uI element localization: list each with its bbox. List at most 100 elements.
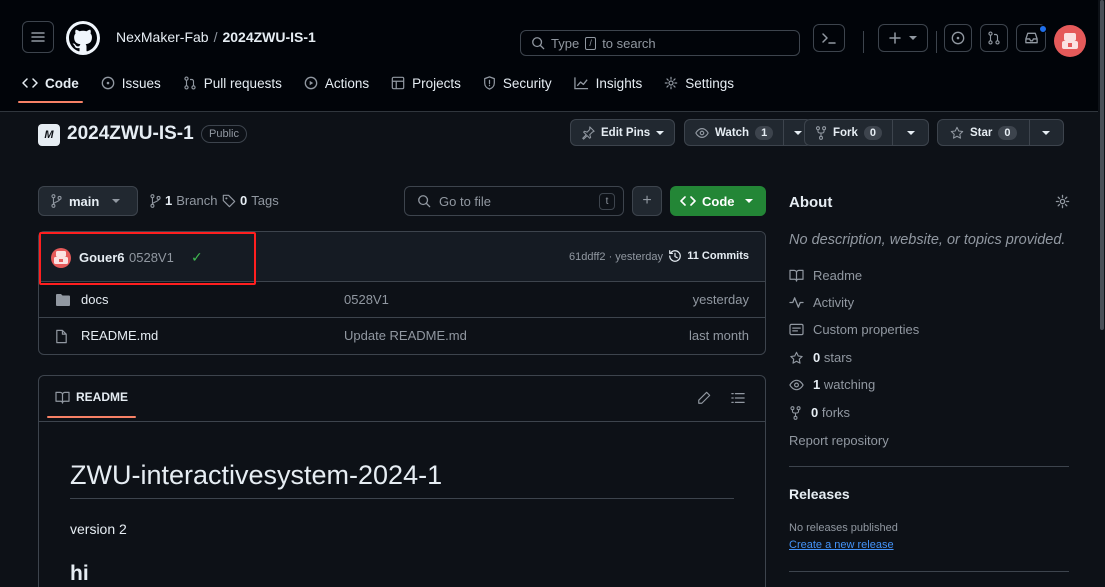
releases-empty-text: No releases published xyxy=(789,522,898,534)
header-top-row: NexMaker-Fab/2024ZWU-IS-1 Type / to search xyxy=(0,6,1105,58)
issues-nav-button[interactable] xyxy=(944,24,972,52)
tab-projects[interactable]: Projects xyxy=(391,72,461,94)
repo-owner-logo: M xyxy=(38,124,60,146)
table-row[interactable]: docs 0528V1 yesterday xyxy=(39,282,765,318)
file-commit-message[interactable]: 0528V1 xyxy=(344,292,389,307)
visibility-badge: Public xyxy=(201,125,247,143)
command-palette-button[interactable] xyxy=(813,24,845,52)
tab-projects-label: Projects xyxy=(412,75,461,91)
pulse-icon xyxy=(789,297,804,308)
repo-name[interactable]: 2024ZWU-IS-1 xyxy=(67,123,194,145)
tab-code-label: Code xyxy=(45,75,79,91)
add-file-button[interactable]: + xyxy=(632,186,662,216)
sidebar-watching-link[interactable]: 1 watching xyxy=(789,377,875,392)
commits-count: 11 Commits xyxy=(687,250,749,262)
branch-name: main xyxy=(69,193,100,209)
sidebar-activity-link[interactable]: Activity xyxy=(789,295,854,310)
global-header: NexMaker-Fab/2024ZWU-IS-1 Type / to search xyxy=(0,0,1105,112)
gear-icon[interactable] xyxy=(1055,194,1070,209)
file-name[interactable]: README.md xyxy=(81,328,158,343)
tab-insights-label: Insights xyxy=(595,75,643,91)
star-button[interactable]: Star 0 xyxy=(937,119,1064,146)
sidebar-custom-properties-link[interactable]: Custom properties xyxy=(789,322,919,337)
tab-security[interactable]: Security xyxy=(483,72,552,94)
sidebar-forks-link[interactable]: 0 forks xyxy=(789,405,850,420)
sidebar-readme-link[interactable]: Readme xyxy=(789,268,862,283)
breadcrumb-owner[interactable]: NexMaker-Fab xyxy=(116,29,209,45)
tab-code[interactable]: Code xyxy=(18,72,83,103)
branches-link[interactable]: 1 Branch xyxy=(150,193,217,208)
commits-link[interactable]: 11 Commits xyxy=(668,249,749,263)
code-dropdown-button[interactable]: Code xyxy=(670,186,766,216)
releases-title[interactable]: Releases xyxy=(789,486,850,502)
tab-insights[interactable]: Insights xyxy=(573,72,643,94)
tab-actions-label: Actions xyxy=(324,75,370,91)
create-new-button[interactable] xyxy=(878,24,928,52)
sidebar-divider-2 xyxy=(789,571,1069,572)
search-icon xyxy=(532,37,545,50)
star-count: 0 xyxy=(998,125,1017,140)
commit-author[interactable]: Gouer6 xyxy=(79,250,125,265)
go-to-file-placeholder: Go to file xyxy=(439,193,492,209)
global-search-input[interactable]: Type / to search xyxy=(520,30,800,56)
list-outline-icon[interactable] xyxy=(731,391,745,405)
tab-pull-requests-label: Pull requests xyxy=(203,75,282,91)
watch-count: 1 xyxy=(755,125,774,140)
issue-circle-icon xyxy=(951,31,965,45)
issue-icon xyxy=(101,76,115,90)
file-name[interactable]: docs xyxy=(81,292,108,307)
code-icon xyxy=(22,78,38,88)
fork-button[interactable]: Fork 0 xyxy=(804,119,930,146)
shield-icon xyxy=(483,76,495,90)
tab-pull-requests[interactable]: Pull requests xyxy=(183,72,282,94)
edit-pins-label: Edit Pins xyxy=(601,126,651,139)
hamburger-icon xyxy=(31,32,45,42)
create-release-link[interactable]: Create a new release xyxy=(789,539,894,551)
commit-message[interactable]: 0528V1 xyxy=(129,250,174,265)
branch-selector[interactable]: main xyxy=(38,186,138,216)
search-pre: Type xyxy=(551,35,580,51)
sidebar-readme-label: Readme xyxy=(813,268,863,283)
tags-label: Tags xyxy=(251,193,279,208)
tab-issues[interactable]: Issues xyxy=(101,72,161,94)
readme-tab[interactable]: README xyxy=(46,390,137,418)
eye-icon xyxy=(789,379,804,390)
gear-icon xyxy=(664,76,678,90)
check-icon[interactable]: ✓ xyxy=(191,249,203,266)
chevron-down-icon xyxy=(656,130,665,135)
tab-actions[interactable]: Actions xyxy=(304,72,369,94)
pencil-icon[interactable] xyxy=(697,391,711,405)
breadcrumb-repo[interactable]: 2024ZWU-IS-1 xyxy=(222,29,315,45)
watch-button[interactable]: Watch 1 xyxy=(684,119,813,146)
stars-count: 0 xyxy=(813,350,821,365)
commit-hash-time[interactable]: 61ddff2 · yesterday xyxy=(569,251,663,263)
pull-requests-nav-button[interactable] xyxy=(980,24,1008,52)
user-avatar[interactable] xyxy=(1054,25,1086,57)
about-title: About xyxy=(789,194,833,211)
file-commit-message[interactable]: Update README.md xyxy=(344,328,467,343)
watching-count: 1 xyxy=(813,377,821,392)
avatar-identicon-icon xyxy=(54,251,68,264)
tab-settings[interactable]: Settings xyxy=(664,72,734,94)
go-to-file-input[interactable]: Go to file t xyxy=(404,186,624,216)
search-icon xyxy=(418,195,431,208)
graph-icon xyxy=(573,77,588,90)
page-scrollbar-thumb[interactable] xyxy=(1100,0,1104,330)
readme-actions xyxy=(697,391,745,405)
chevron-down-icon xyxy=(793,130,802,135)
table-row[interactable]: README.md Update README.md last month xyxy=(39,318,765,354)
report-repository-link[interactable]: Report repository xyxy=(789,433,889,448)
pull-request-icon xyxy=(184,76,196,90)
edit-pins-button[interactable]: Edit Pins xyxy=(570,119,676,146)
hamburger-menu-button[interactable] xyxy=(22,21,54,53)
sidebar-stars-link[interactable]: 0 stars xyxy=(789,350,852,365)
fork-dropdown[interactable] xyxy=(892,120,928,145)
readme-header: README xyxy=(39,376,765,422)
github-logo[interactable] xyxy=(66,21,100,55)
readme-panel: README ZWU-interactivesystem-2024-1 vers… xyxy=(38,375,766,587)
star-dropdown[interactable] xyxy=(1028,120,1063,145)
tags-link[interactable]: 0 Tags xyxy=(222,193,279,208)
readme-divider xyxy=(70,498,734,499)
commit-author-avatar[interactable] xyxy=(51,248,71,268)
chevron-down-icon xyxy=(909,36,917,40)
